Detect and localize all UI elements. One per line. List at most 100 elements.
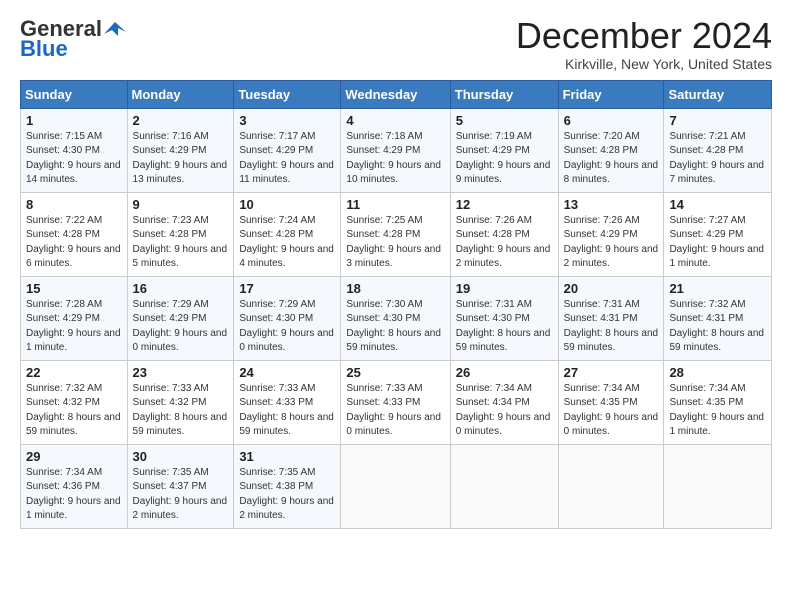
- calendar-cell: 26 Sunrise: 7:34 AM Sunset: 4:34 PM Dayl…: [450, 360, 558, 444]
- calendar-cell: 11 Sunrise: 7:25 AM Sunset: 4:28 PM Dayl…: [341, 192, 450, 276]
- cell-content: Sunrise: 7:28 AM Sunset: 4:29 PM Dayligh…: [26, 298, 122, 356]
- cell-content: Sunrise: 7:23 AM Sunset: 4:28 PM Dayligh…: [133, 214, 229, 272]
- day-number: 30: [133, 449, 229, 464]
- calendar-cell: 27 Sunrise: 7:34 AM Sunset: 4:35 PM Dayl…: [558, 360, 664, 444]
- cell-content: Sunrise: 7:22 AM Sunset: 4:28 PM Dayligh…: [26, 214, 122, 272]
- day-header-tuesday: Tuesday: [234, 80, 341, 108]
- cell-content: Sunrise: 7:32 AM Sunset: 4:31 PM Dayligh…: [669, 298, 766, 356]
- calendar-cell: 1 Sunrise: 7:15 AM Sunset: 4:30 PM Dayli…: [21, 108, 128, 192]
- calendar-cell: 30 Sunrise: 7:35 AM Sunset: 4:37 PM Dayl…: [127, 444, 234, 528]
- cell-content: Sunrise: 7:25 AM Sunset: 4:28 PM Dayligh…: [346, 214, 444, 272]
- day-number: 24: [239, 365, 335, 380]
- calendar-cell: 17 Sunrise: 7:29 AM Sunset: 4:30 PM Dayl…: [234, 276, 341, 360]
- day-number: 23: [133, 365, 229, 380]
- cell-content: Sunrise: 7:18 AM Sunset: 4:29 PM Dayligh…: [346, 130, 444, 188]
- calendar-cell: 9 Sunrise: 7:23 AM Sunset: 4:28 PM Dayli…: [127, 192, 234, 276]
- cell-content: Sunrise: 7:35 AM Sunset: 4:38 PM Dayligh…: [239, 466, 335, 524]
- cell-content: Sunrise: 7:32 AM Sunset: 4:32 PM Dayligh…: [26, 382, 122, 440]
- day-number: 10: [239, 197, 335, 212]
- title-block: December 2024 Kirkville, New York, Unite…: [516, 16, 772, 72]
- calendar-cell: 21 Sunrise: 7:32 AM Sunset: 4:31 PM Dayl…: [664, 276, 772, 360]
- calendar-cell: 4 Sunrise: 7:18 AM Sunset: 4:29 PM Dayli…: [341, 108, 450, 192]
- logo-blue-text: Blue: [20, 36, 68, 62]
- day-number: 11: [346, 197, 444, 212]
- cell-content: Sunrise: 7:16 AM Sunset: 4:29 PM Dayligh…: [133, 130, 229, 188]
- day-number: 7: [669, 113, 766, 128]
- calendar-week-row: 8 Sunrise: 7:22 AM Sunset: 4:28 PM Dayli…: [21, 192, 772, 276]
- day-number: 1: [26, 113, 122, 128]
- calendar-cell: 22 Sunrise: 7:32 AM Sunset: 4:32 PM Dayl…: [21, 360, 128, 444]
- cell-content: Sunrise: 7:34 AM Sunset: 4:35 PM Dayligh…: [564, 382, 659, 440]
- calendar-cell: 16 Sunrise: 7:29 AM Sunset: 4:29 PM Dayl…: [127, 276, 234, 360]
- location-text: Kirkville, New York, United States: [516, 56, 772, 72]
- cell-content: Sunrise: 7:29 AM Sunset: 4:30 PM Dayligh…: [239, 298, 335, 356]
- cell-content: Sunrise: 7:34 AM Sunset: 4:36 PM Dayligh…: [26, 466, 122, 524]
- day-number: 9: [133, 197, 229, 212]
- cell-content: Sunrise: 7:34 AM Sunset: 4:35 PM Dayligh…: [669, 382, 766, 440]
- month-title: December 2024: [516, 16, 772, 56]
- calendar-cell: 29 Sunrise: 7:34 AM Sunset: 4:36 PM Dayl…: [21, 444, 128, 528]
- cell-content: Sunrise: 7:33 AM Sunset: 4:33 PM Dayligh…: [346, 382, 444, 440]
- cell-content: Sunrise: 7:24 AM Sunset: 4:28 PM Dayligh…: [239, 214, 335, 272]
- day-number: 15: [26, 281, 122, 296]
- calendar-cell: 31 Sunrise: 7:35 AM Sunset: 4:38 PM Dayl…: [234, 444, 341, 528]
- calendar-cell: 6 Sunrise: 7:20 AM Sunset: 4:28 PM Dayli…: [558, 108, 664, 192]
- calendar-cell: [664, 444, 772, 528]
- cell-content: Sunrise: 7:30 AM Sunset: 4:30 PM Dayligh…: [346, 298, 444, 356]
- calendar-cell: 23 Sunrise: 7:33 AM Sunset: 4:32 PM Dayl…: [127, 360, 234, 444]
- calendar-cell: 24 Sunrise: 7:33 AM Sunset: 4:33 PM Dayl…: [234, 360, 341, 444]
- calendar-week-row: 15 Sunrise: 7:28 AM Sunset: 4:29 PM Dayl…: [21, 276, 772, 360]
- cell-content: Sunrise: 7:20 AM Sunset: 4:28 PM Dayligh…: [564, 130, 659, 188]
- calendar-cell: 18 Sunrise: 7:30 AM Sunset: 4:30 PM Dayl…: [341, 276, 450, 360]
- cell-content: Sunrise: 7:33 AM Sunset: 4:32 PM Dayligh…: [133, 382, 229, 440]
- day-number: 21: [669, 281, 766, 296]
- calendar-cell: 3 Sunrise: 7:17 AM Sunset: 4:29 PM Dayli…: [234, 108, 341, 192]
- cell-content: Sunrise: 7:35 AM Sunset: 4:37 PM Dayligh…: [133, 466, 229, 524]
- cell-content: Sunrise: 7:33 AM Sunset: 4:33 PM Dayligh…: [239, 382, 335, 440]
- calendar-cell: 2 Sunrise: 7:16 AM Sunset: 4:29 PM Dayli…: [127, 108, 234, 192]
- day-number: 29: [26, 449, 122, 464]
- calendar-cell: [341, 444, 450, 528]
- day-number: 25: [346, 365, 444, 380]
- calendar-cell: 28 Sunrise: 7:34 AM Sunset: 4:35 PM Dayl…: [664, 360, 772, 444]
- day-number: 5: [456, 113, 553, 128]
- cell-content: Sunrise: 7:17 AM Sunset: 4:29 PM Dayligh…: [239, 130, 335, 188]
- day-number: 8: [26, 197, 122, 212]
- day-number: 12: [456, 197, 553, 212]
- calendar-cell: 8 Sunrise: 7:22 AM Sunset: 4:28 PM Dayli…: [21, 192, 128, 276]
- day-number: 20: [564, 281, 659, 296]
- cell-content: Sunrise: 7:31 AM Sunset: 4:30 PM Dayligh…: [456, 298, 553, 356]
- calendar-week-row: 1 Sunrise: 7:15 AM Sunset: 4:30 PM Dayli…: [21, 108, 772, 192]
- cell-content: Sunrise: 7:27 AM Sunset: 4:29 PM Dayligh…: [669, 214, 766, 272]
- day-header-wednesday: Wednesday: [341, 80, 450, 108]
- calendar-cell: 19 Sunrise: 7:31 AM Sunset: 4:30 PM Dayl…: [450, 276, 558, 360]
- day-header-monday: Monday: [127, 80, 234, 108]
- day-number: 17: [239, 281, 335, 296]
- cell-content: Sunrise: 7:26 AM Sunset: 4:29 PM Dayligh…: [564, 214, 659, 272]
- calendar-table: SundayMondayTuesdayWednesdayThursdayFrid…: [20, 80, 772, 529]
- calendar-week-row: 29 Sunrise: 7:34 AM Sunset: 4:36 PM Dayl…: [21, 444, 772, 528]
- day-number: 31: [239, 449, 335, 464]
- logo-bird-icon: [104, 18, 126, 40]
- day-number: 14: [669, 197, 766, 212]
- calendar-header-row: SundayMondayTuesdayWednesdayThursdayFrid…: [21, 80, 772, 108]
- logo: General Blue: [20, 16, 126, 62]
- calendar-cell: 7 Sunrise: 7:21 AM Sunset: 4:28 PM Dayli…: [664, 108, 772, 192]
- day-header-friday: Friday: [558, 80, 664, 108]
- day-number: 16: [133, 281, 229, 296]
- day-number: 27: [564, 365, 659, 380]
- day-number: 18: [346, 281, 444, 296]
- day-header-sunday: Sunday: [21, 80, 128, 108]
- cell-content: Sunrise: 7:31 AM Sunset: 4:31 PM Dayligh…: [564, 298, 659, 356]
- cell-content: Sunrise: 7:15 AM Sunset: 4:30 PM Dayligh…: [26, 130, 122, 188]
- calendar-cell: 20 Sunrise: 7:31 AM Sunset: 4:31 PM Dayl…: [558, 276, 664, 360]
- cell-content: Sunrise: 7:19 AM Sunset: 4:29 PM Dayligh…: [456, 130, 553, 188]
- day-number: 3: [239, 113, 335, 128]
- cell-content: Sunrise: 7:21 AM Sunset: 4:28 PM Dayligh…: [669, 130, 766, 188]
- day-header-thursday: Thursday: [450, 80, 558, 108]
- calendar-week-row: 22 Sunrise: 7:32 AM Sunset: 4:32 PM Dayl…: [21, 360, 772, 444]
- calendar-cell: 15 Sunrise: 7:28 AM Sunset: 4:29 PM Dayl…: [21, 276, 128, 360]
- calendar-cell: 14 Sunrise: 7:27 AM Sunset: 4:29 PM Dayl…: [664, 192, 772, 276]
- day-number: 19: [456, 281, 553, 296]
- calendar-cell: 25 Sunrise: 7:33 AM Sunset: 4:33 PM Dayl…: [341, 360, 450, 444]
